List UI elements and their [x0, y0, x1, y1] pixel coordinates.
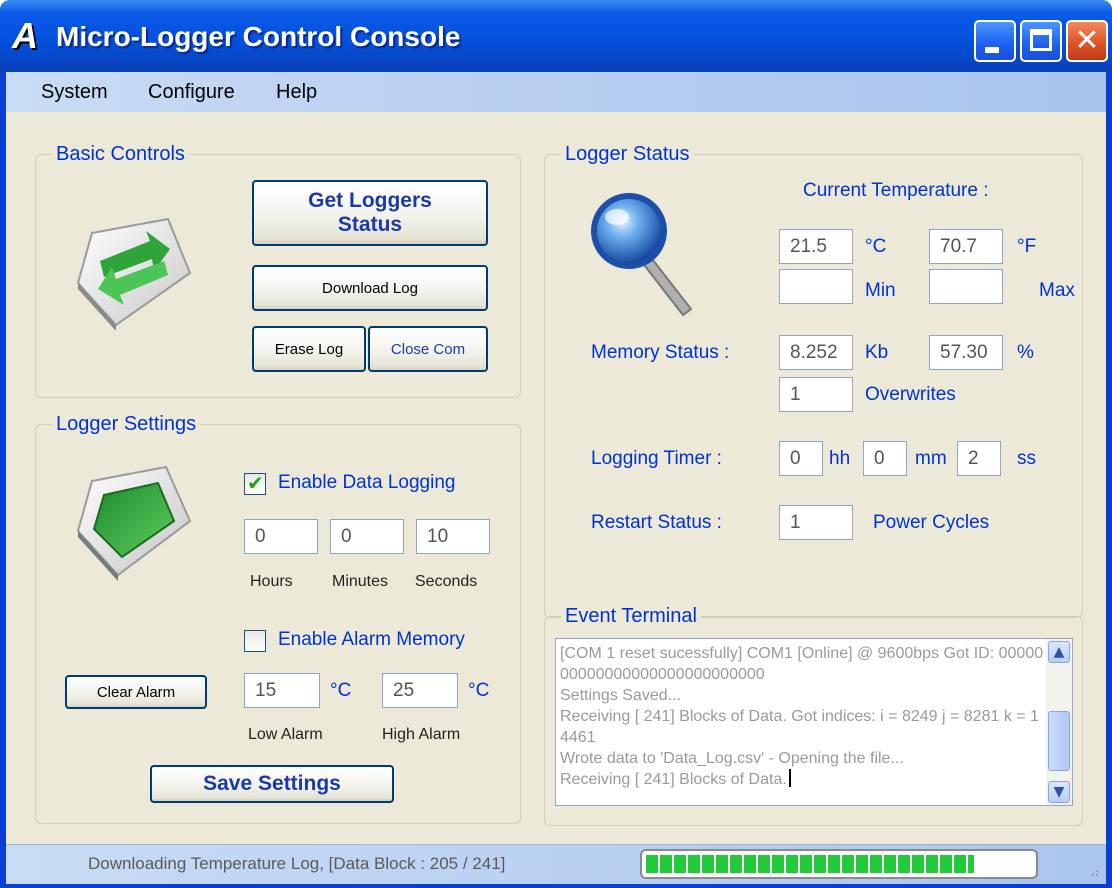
text-caret — [788, 769, 791, 787]
close-icon: ✕ — [1074, 23, 1100, 58]
maximize-button[interactable] — [1020, 20, 1062, 62]
basic-controls-group: Basic Controls Get Loggers Status Downlo… — [35, 141, 521, 398]
logger-device-icon — [72, 459, 196, 592]
download-progress-bar — [640, 849, 1038, 879]
seconds-label: Seconds — [415, 573, 478, 590]
checkmark-icon: ✔ — [247, 471, 264, 495]
menu-system[interactable]: System — [41, 80, 108, 104]
ss-unit: ss — [1017, 448, 1036, 469]
max-temp-field — [929, 269, 1003, 304]
scroll-thumb[interactable] — [1048, 711, 1070, 771]
min-label: Min — [865, 280, 896, 301]
logger-status-group: Logger Status Current Temperature : 21.5… — [544, 141, 1083, 618]
close-com-button[interactable]: Close Com — [368, 326, 488, 372]
memory-status-label: Memory Status : — [591, 342, 730, 363]
memory-percent-field: 57.30 — [929, 335, 1003, 370]
app-window: A Micro-Logger Control Console ✕ System … — [0, 0, 1112, 888]
timer-mm-field: 0 — [863, 441, 907, 476]
client-area: System Configure Help Basic Controls Get… — [6, 72, 1106, 884]
event-terminal-title: Event Terminal — [561, 603, 701, 629]
maximize-icon — [1030, 29, 1052, 51]
enable-alarm-memory-checkbox[interactable] — [244, 630, 266, 652]
restart-status-label: Restart Status : — [591, 512, 722, 533]
timer-hh-field: 0 — [779, 441, 823, 476]
percent-unit: % — [1017, 342, 1034, 363]
high-alarm-field[interactable]: 25 — [382, 673, 458, 708]
magnifier-icon — [587, 187, 699, 322]
min-temp-field — [779, 269, 853, 304]
enable-data-logging-label: Enable Data Logging — [278, 472, 456, 493]
scroll-up-icon[interactable]: ▲ — [1048, 641, 1070, 663]
status-bar: Downloading Temperature Log, [Data Block… — [6, 844, 1106, 884]
clear-alarm-button[interactable]: Clear Alarm — [65, 675, 207, 709]
low-alarm-unit: °C — [330, 680, 352, 701]
seconds-field[interactable]: 10 — [416, 519, 490, 554]
logger-settings-title: Logger Settings — [52, 411, 201, 437]
temp-fahrenheit-field: 70.7 — [929, 229, 1003, 264]
menu-configure[interactable]: Configure — [148, 80, 235, 104]
minutes-label: Minutes — [332, 573, 389, 590]
max-label: Max — [1039, 280, 1075, 301]
current-temperature-label: Current Temperature : — [803, 180, 989, 201]
high-alarm-label: High Alarm — [382, 726, 461, 743]
log-line-last: Receiving [ 241] Blocks of Data. — [560, 769, 1046, 790]
status-text: Downloading Temperature Log, [Data Block… — [88, 854, 506, 873]
overwrites-label: Overwrites — [865, 384, 956, 405]
enable-data-logging-checkbox[interactable]: ✔ — [244, 471, 266, 495]
download-log-button[interactable]: Download Log — [252, 265, 488, 311]
fahrenheit-unit: °F — [1017, 236, 1037, 257]
log-line: Receiving [ 241] Blocks of Data. — [560, 771, 787, 788]
overwrites-field: 1 — [779, 377, 853, 412]
timer-ss-field: 2 — [957, 441, 1001, 476]
log-line: Wrote data to 'Data_Log.csv' - Opening t… — [560, 750, 904, 767]
terminal-text: [COM 1 reset sucessfully] COM1 [Online] … — [560, 643, 1046, 790]
memory-kb-field: 8.252 — [779, 335, 853, 370]
kb-unit: Kb — [865, 342, 889, 363]
celsius-unit: °C — [865, 236, 887, 257]
log-line: [COM 1 reset sucessfully] COM1 [Online] … — [560, 645, 1044, 683]
log-line: Settings Saved... — [560, 687, 681, 704]
event-terminal-log[interactable]: [COM 1 reset sucessfully] COM1 [Online] … — [555, 638, 1073, 806]
logger-settings-group: Logger Settings ✔ Enable Data Logging 0 … — [35, 411, 521, 824]
minimize-icon — [985, 47, 999, 53]
power-cycles-label: Power Cycles — [873, 512, 990, 533]
progress-fill — [646, 855, 974, 873]
low-alarm-label: Low Alarm — [248, 726, 323, 743]
window-title: Micro-Logger Control Console — [56, 21, 461, 52]
get-loggers-status-button[interactable]: Get Loggers Status — [252, 180, 488, 246]
logging-timer-label: Logging Timer : — [591, 448, 722, 469]
scroll-down-icon[interactable]: ▼ — [1048, 781, 1070, 803]
hours-label: Hours — [250, 573, 293, 590]
minimize-button[interactable] — [974, 20, 1016, 62]
temp-celsius-field: 21.5 — [779, 229, 853, 264]
save-settings-button[interactable]: Save Settings — [150, 765, 394, 803]
enable-alarm-memory-label: Enable Alarm Memory — [278, 629, 465, 650]
mm-unit: mm — [915, 448, 947, 469]
log-line: Receiving [ 241] Blocks of Data. Got ind… — [560, 708, 1039, 746]
erase-log-button[interactable]: Erase Log — [252, 326, 366, 372]
terminal-scrollbar[interactable]: ▲ ▼ — [1046, 639, 1072, 805]
transfer-icon — [72, 213, 196, 340]
high-alarm-unit: °C — [468, 680, 490, 701]
logger-status-title: Logger Status — [561, 141, 694, 167]
minutes-field[interactable]: 0 — [330, 519, 404, 554]
resize-grip-icon[interactable]: ⠴ — [1090, 866, 1100, 880]
close-button[interactable]: ✕ — [1066, 20, 1108, 62]
menu-help[interactable]: Help — [276, 80, 317, 104]
app-logo-icon: A — [12, 15, 38, 56]
title-bar[interactable]: A Micro-Logger Control Console ✕ — [0, 0, 1112, 72]
restart-count-field: 1 — [779, 505, 853, 540]
menu-bar: System Configure Help — [6, 72, 1106, 112]
low-alarm-field[interactable]: 15 — [244, 673, 320, 708]
hours-field[interactable]: 0 — [244, 519, 318, 554]
basic-controls-title: Basic Controls — [52, 141, 189, 167]
hh-unit: hh — [829, 448, 851, 469]
